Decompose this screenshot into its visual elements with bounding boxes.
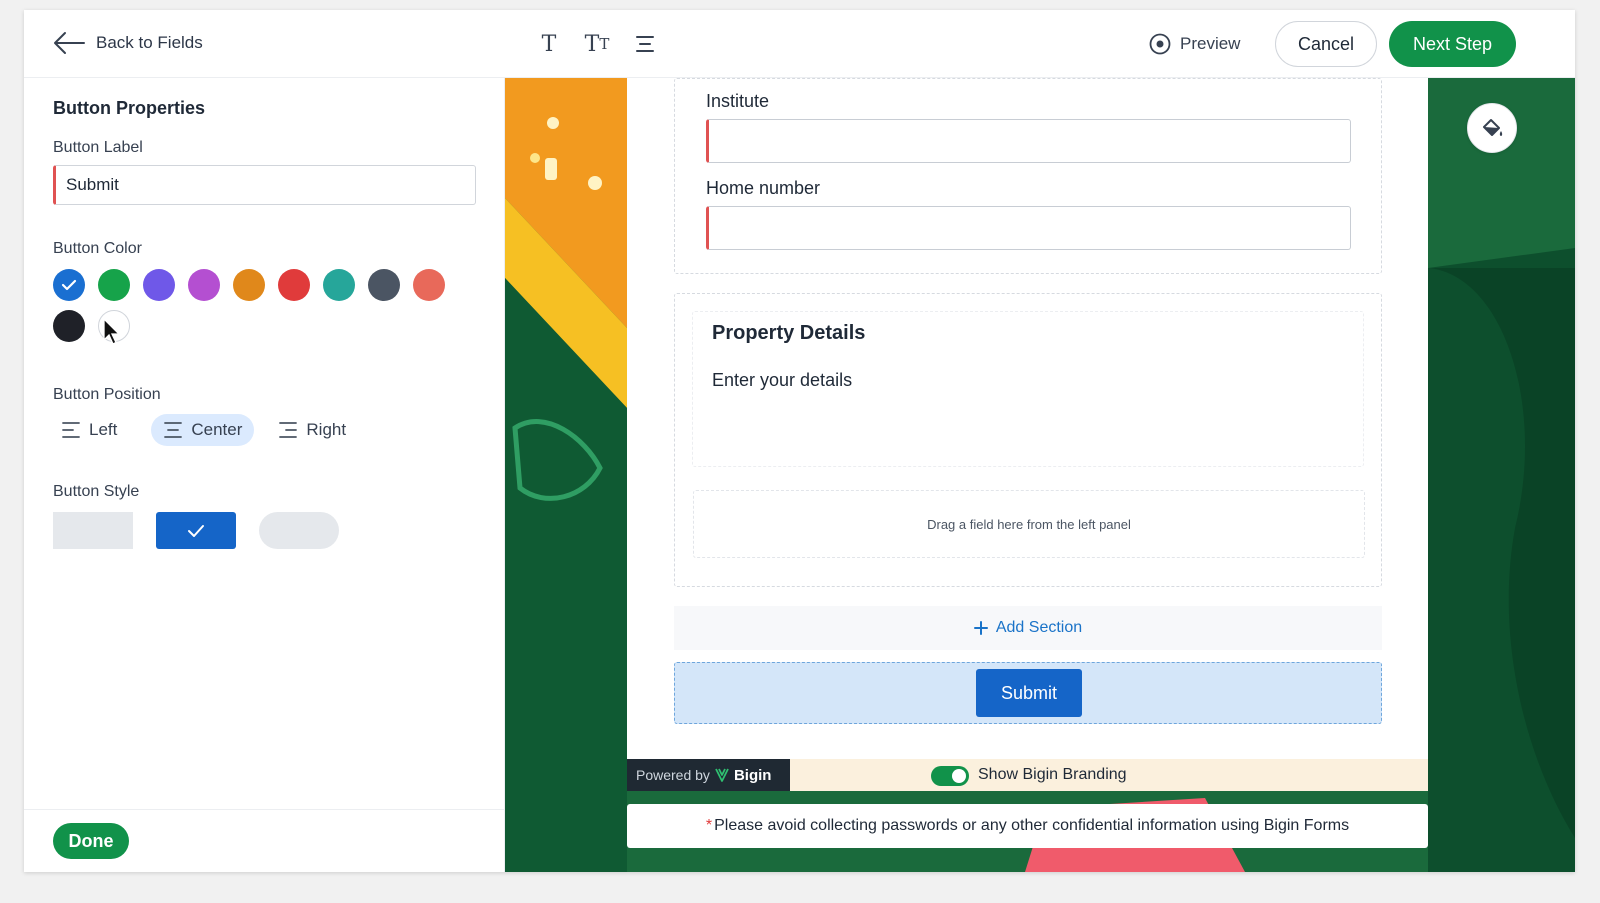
- arrow-left-icon: [54, 32, 85, 54]
- position-left-option[interactable]: Left: [53, 414, 129, 446]
- institute-input[interactable]: [706, 119, 1351, 163]
- style-square-option[interactable]: [53, 512, 133, 549]
- home-number-input[interactable]: [706, 206, 1351, 250]
- button-style-heading: Button Style: [53, 483, 140, 500]
- section-subtitle: Enter your details: [712, 370, 853, 390]
- done-button[interactable]: Done: [53, 823, 129, 859]
- align-left-icon: [62, 422, 80, 438]
- color-swatch-indigo[interactable]: [143, 269, 175, 301]
- top-bar: Back to Fields T TT Preview Cancel Next …: [24, 10, 1575, 78]
- cancel-button[interactable]: Cancel: [1275, 21, 1377, 67]
- powered-by-badge: Powered by Bigin: [627, 759, 790, 791]
- align-right-icon: [279, 422, 298, 438]
- check-icon: [61, 279, 77, 291]
- paint-bucket-icon: [1483, 119, 1503, 136]
- button-properties-panel: Button Properties Button Label Button Co…: [24, 78, 505, 872]
- warning-text: Please avoid collecting passwords or any…: [714, 817, 1350, 834]
- show-branding-toggle[interactable]: [931, 766, 969, 786]
- align-center-icon: [164, 422, 183, 438]
- preview-button[interactable]: Preview: [1148, 32, 1240, 56]
- section-title: Property Details: [712, 322, 866, 344]
- position-right-label: Right: [306, 420, 347, 439]
- panel-title: Button Properties: [53, 98, 206, 118]
- position-center-label: Center: [191, 420, 243, 439]
- position-center-option[interactable]: Center: [151, 414, 255, 446]
- color-swatch-black[interactable]: [53, 310, 85, 342]
- color-swatch-teal[interactable]: [323, 269, 355, 301]
- form-canvas: Institute Home number Property Details E…: [505, 78, 1575, 872]
- panel-footer: Done: [24, 809, 505, 872]
- style-rounded-option[interactable]: [156, 512, 236, 549]
- button-label-input[interactable]: [53, 165, 476, 205]
- position-options: Left Center Right: [53, 414, 358, 446]
- submit-button[interactable]: Submit: [976, 669, 1082, 717]
- plus-icon: [973, 621, 988, 635]
- next-step-button[interactable]: Next Step: [1389, 21, 1516, 67]
- position-left-label: Left: [89, 420, 118, 439]
- form-builder-window: Back to Fields T TT Preview Cancel Next …: [24, 10, 1575, 872]
- text-toolbar: T TT: [534, 29, 660, 59]
- brand-name: Bigin: [733, 766, 772, 784]
- property-details-section[interactable]: Property Details Enter your details Drag…: [674, 293, 1382, 587]
- add-section-button[interactable]: Add Section: [674, 606, 1382, 650]
- color-swatch-coral[interactable]: [413, 269, 445, 301]
- institute-label: Institute: [706, 91, 770, 111]
- text-size-icon[interactable]: TT: [582, 29, 612, 59]
- color-swatch-orange[interactable]: [233, 269, 265, 301]
- back-to-fields-label: Back to Fields: [96, 33, 203, 52]
- mouse-cursor-icon: [103, 318, 121, 345]
- home-number-label: Home number: [706, 178, 821, 198]
- color-swatch-purple[interactable]: [188, 269, 220, 301]
- color-swatch-red[interactable]: [278, 269, 310, 301]
- bigin-logo-icon: [715, 768, 729, 782]
- preview-label: Preview: [1180, 34, 1241, 53]
- back-to-fields-link[interactable]: Back to Fields: [52, 30, 203, 56]
- button-label-heading: Button Label: [53, 139, 143, 156]
- form-preview: Institute Home number Property Details E…: [627, 78, 1428, 791]
- color-swatch-blue[interactable]: [53, 269, 85, 301]
- add-section-label: Add Section: [995, 619, 1083, 636]
- fields-section: Institute Home number: [674, 78, 1382, 274]
- button-position-heading: Button Position: [53, 386, 161, 403]
- submit-button-area[interactable]: Submit: [674, 662, 1382, 724]
- confidential-warning: * Please avoid collecting passwords or a…: [627, 804, 1428, 848]
- branding-bar: Powered by Bigin Show Bigin Branding: [627, 759, 1428, 791]
- check-icon: [188, 524, 204, 537]
- button-color-heading: Button Color: [53, 240, 142, 257]
- field-drop-zone[interactable]: Drag a field here from the left panel: [693, 490, 1365, 558]
- color-swatch-green[interactable]: [98, 269, 130, 301]
- position-right-option[interactable]: Right: [266, 414, 358, 446]
- powered-by-label: Powered by: [636, 767, 710, 783]
- style-pill-option[interactable]: [259, 512, 339, 549]
- eye-icon: [1149, 33, 1171, 55]
- show-branding-label: Show Bigin Branding: [978, 766, 1127, 783]
- text-icon[interactable]: T: [534, 29, 564, 59]
- theme-paint-button[interactable]: [1467, 103, 1517, 153]
- required-asterisk: *: [705, 817, 713, 834]
- align-icon[interactable]: [630, 29, 660, 59]
- color-swatch-gray[interactable]: [368, 269, 400, 301]
